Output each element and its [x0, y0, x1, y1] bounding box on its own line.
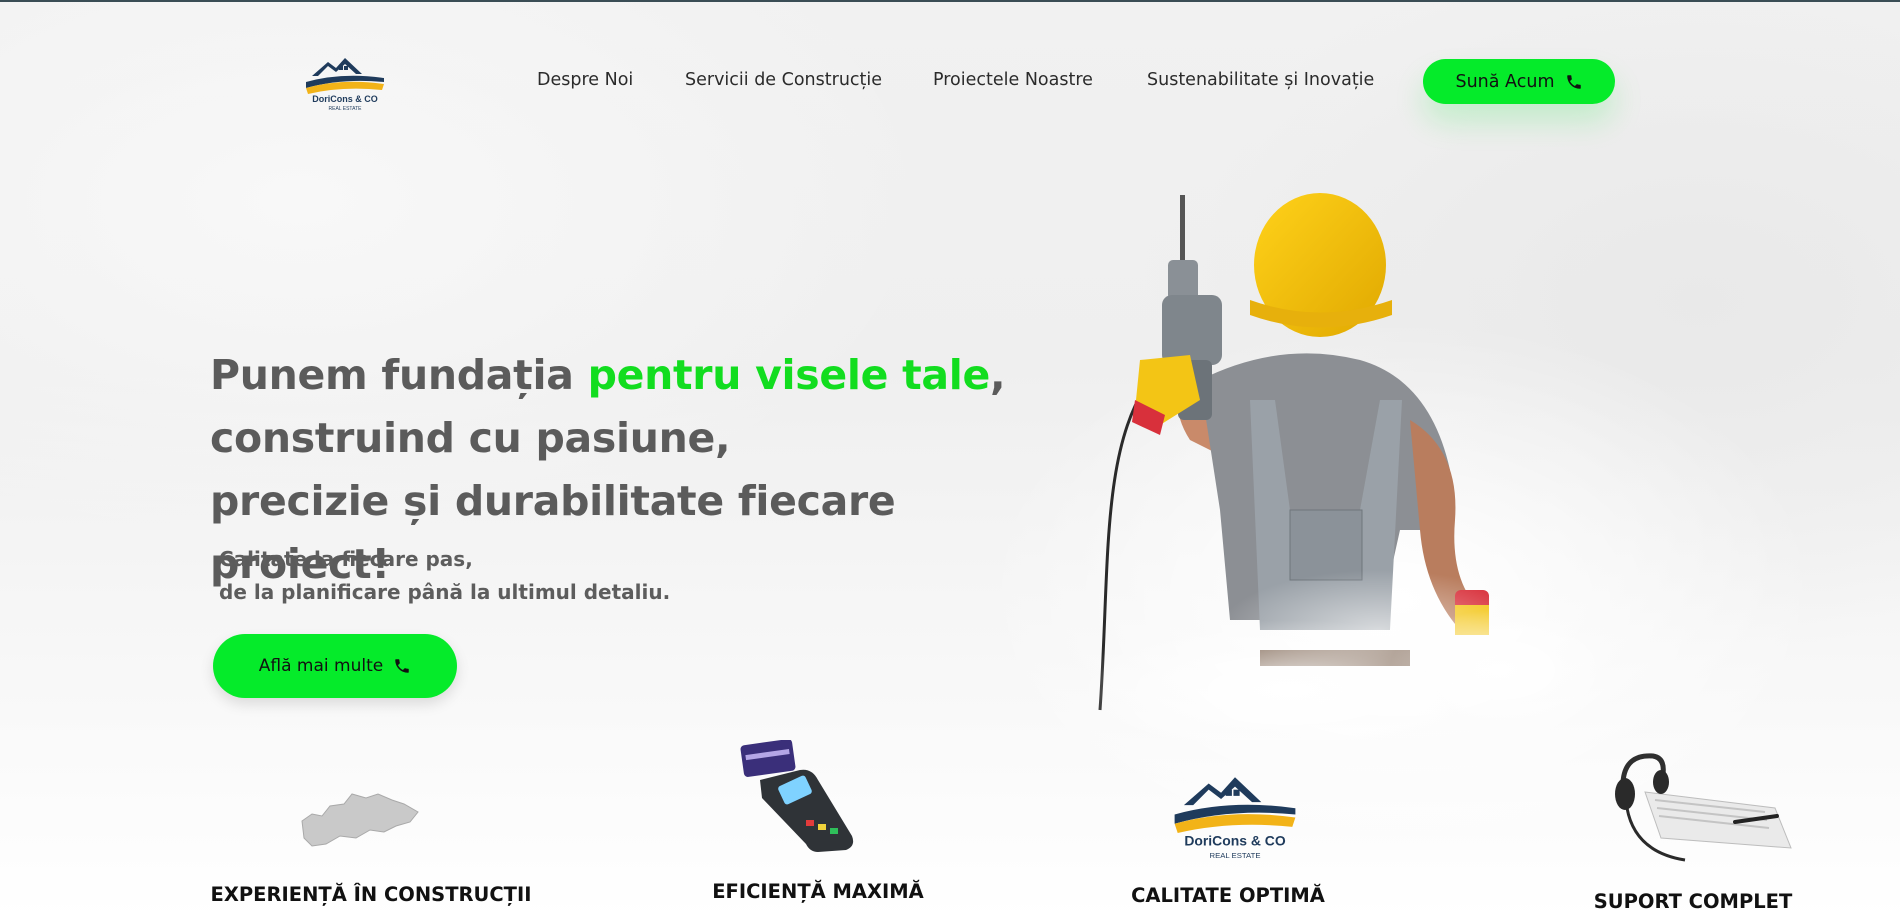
top-border — [0, 0, 1900, 2]
hero-title-line2: construind cu pasiune, — [210, 414, 731, 462]
call-now-label: Sună Acum — [1455, 71, 1555, 92]
feature-title-support: SUPORT COMPLET — [1593, 890, 1793, 913]
hero-subtitle: Calitate la fiecare pas, de la planifica… — [219, 543, 670, 609]
call-now-button[interactable]: Sună Acum — [1423, 59, 1615, 104]
construction-worker-image — [1080, 193, 1600, 740]
nav-item-sustenabilitate[interactable]: Sustenabilitate și Inovație — [1147, 70, 1374, 90]
nav-item-despre-noi[interactable]: Despre Noi — [537, 70, 633, 90]
svg-text:REAL ESTATE: REAL ESTATE — [1209, 851, 1260, 860]
feature-title-efficiency: EFICIENȚĂ MAXIMĂ — [712, 880, 924, 903]
card-terminal-icon — [740, 740, 854, 852]
nav-item-servicii[interactable]: Servicii de Construcție — [685, 70, 882, 90]
hero-title-part1: Punem fundația — [210, 351, 588, 399]
feature-title-experience: EXPERIENȚĂ ÎN CONSTRUCȚII — [210, 883, 532, 906]
svg-text:DoriCons & CO: DoriCons & CO — [312, 94, 378, 104]
company-logo-icon: DoriCons & CO REAL ESTATE — [1174, 777, 1296, 860]
nav-item-proiecte[interactable]: Proiectele Noastre — [933, 70, 1093, 90]
hero-subtitle-line1: Calitate la fiecare pas, — [219, 547, 473, 571]
feature-title-quality: CALITATE OPTIMĂ — [1131, 884, 1325, 907]
company-logo[interactable]: DoriCons & CO REAL ESTATE — [302, 52, 388, 114]
learn-more-label: Află mai multe — [258, 656, 384, 676]
hero-subtitle-line2: de la planificare până la ultimul detali… — [219, 580, 671, 604]
phone-icon — [395, 659, 409, 673]
svg-text:REAL ESTATE: REAL ESTATE — [329, 106, 363, 112]
phone-icon — [1566, 74, 1581, 89]
headset-icon — [1615, 753, 1792, 862]
map-icon — [301, 793, 419, 847]
hero-title-accent: pentru visele tale — [587, 351, 991, 399]
svg-text:DoriCons & CO: DoriCons & CO — [1184, 832, 1285, 848]
learn-more-button[interactable]: Află mai multe — [213, 634, 457, 698]
hero-title-comma: , — [990, 351, 1006, 399]
